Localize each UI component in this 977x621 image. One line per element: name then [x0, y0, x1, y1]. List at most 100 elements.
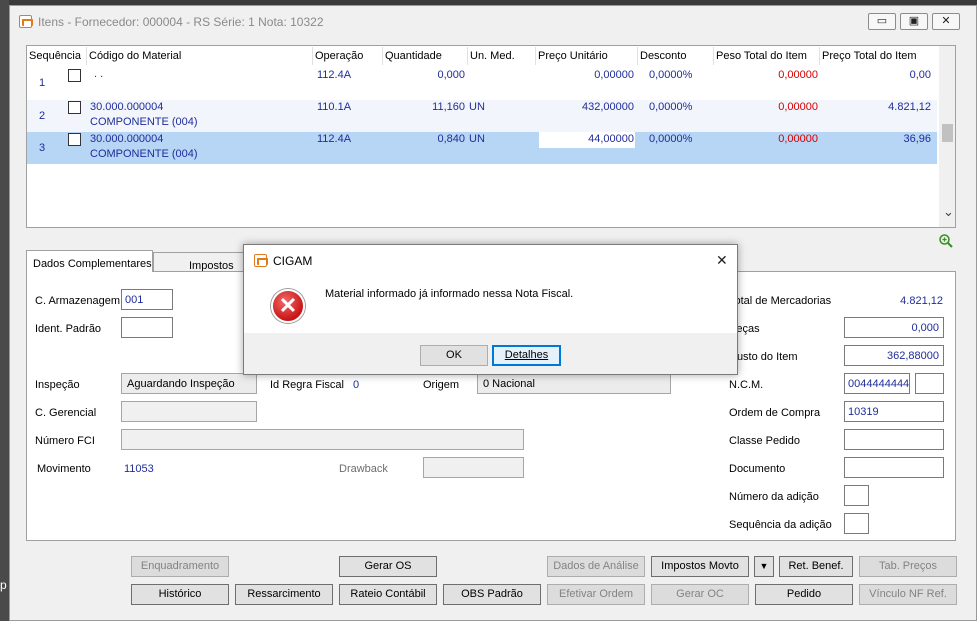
tab-impostos[interactable]: Impostos [153, 252, 245, 272]
numero-fci-input[interactable] [121, 429, 524, 450]
ressarcimento-button[interactable]: Ressarcimento [235, 584, 333, 605]
dialog-footer: OK Detalhes [244, 333, 737, 374]
gerencial-label: C. Gerencial [35, 407, 97, 419]
armazenagem-input[interactable]: 001 [121, 289, 173, 310]
ncm-input[interactable]: 0044444444 [844, 373, 910, 394]
tab-precos-button[interactable]: Tab. Preços [859, 556, 957, 577]
inspecao-select[interactable]: Aguardando Inspeção [121, 373, 257, 394]
documento-label: Documento [729, 463, 786, 475]
ok-button[interactable]: OK [420, 345, 488, 366]
error-glyph: ✕ [278, 293, 298, 318]
grid-vertical-scrollbar[interactable]: ⌄ [939, 46, 955, 227]
ident-padrao-input[interactable] [121, 317, 173, 338]
column-header-unidade[interactable]: Un. Med. [470, 50, 515, 64]
background-text-fragment: p [0, 578, 7, 592]
row-checkbox[interactable] [68, 101, 81, 114]
column-separator [535, 47, 536, 65]
origem-value: 0 Nacional [483, 378, 535, 390]
pedido-button[interactable]: Pedido [755, 584, 853, 605]
impostos-dropdown-button[interactable]: ▼ [754, 556, 774, 577]
scroll-down-icon[interactable]: ⌄ [943, 204, 954, 220]
dados-analise-button[interactable]: Dados de Análise [547, 556, 645, 577]
obs-padrao-button[interactable]: OBS Padrão [443, 584, 541, 605]
historico-button[interactable]: Histórico [131, 584, 229, 605]
row-unit: UN [469, 133, 485, 145]
documento-input[interactable] [844, 457, 944, 478]
rateio-contabil-button[interactable]: Rateio Contábil [339, 584, 437, 605]
ncm-label: N.C.M. [729, 379, 764, 391]
maximize-button[interactable]: ▣ [900, 13, 928, 30]
title-bar[interactable]: Itens - Fornecedor: 000004 - RS Série: 1… [10, 6, 976, 36]
column-header-peso-total[interactable]: Peso Total do Item [716, 50, 807, 64]
tab-dados-complementares[interactable]: Dados Complementares [26, 250, 153, 272]
impostos-movto-button[interactable]: Impostos Movto [651, 556, 749, 577]
column-header-sequencia[interactable]: Sequência [29, 50, 81, 64]
custo-item-input[interactable]: 362,88000 [844, 345, 944, 366]
row-discount: 0,0000% [649, 133, 693, 145]
tab-label: Dados Complementares [33, 258, 152, 270]
close-button[interactable]: ✕ [932, 13, 960, 30]
row-checkbox[interactable] [68, 133, 81, 146]
row-material-code: . . [94, 68, 104, 80]
dialog-title: CIGAM [273, 254, 313, 268]
numero-adicao-input[interactable] [844, 485, 869, 506]
numero-fci-label: Número FCI [35, 435, 95, 447]
gerar-oc-button[interactable]: Gerar OC [651, 584, 749, 605]
column-separator [382, 47, 383, 65]
column-header-preco-unitario[interactable]: Preço Unitário [538, 50, 608, 64]
app-icon [254, 254, 268, 267]
column-header-codigo[interactable]: Código do Material [89, 50, 181, 64]
ncm-extra-input[interactable] [915, 373, 944, 394]
custo-item-label: Custo do Item [729, 351, 798, 363]
classe-pedido-input[interactable] [844, 429, 944, 450]
row-unit: UN [469, 101, 485, 113]
enquadramento-button[interactable]: Enquadramento [131, 556, 229, 577]
chevron-down-icon: ▼ [759, 561, 769, 571]
minimize-button[interactable]: ▭ [868, 13, 896, 30]
regra-fiscal-value: 0 [353, 379, 360, 391]
row-operation: 112.4A [317, 133, 352, 145]
gerencial-input[interactable] [121, 401, 257, 422]
row-price-total: 36,96 [903, 133, 931, 145]
movimento-label: Movimento [37, 463, 91, 475]
row-unit-price[interactable]: 44,00000 [539, 133, 634, 145]
error-dialog: CIGAM ✕ ✕ Material informado já informad… [243, 244, 738, 375]
column-header-operacao[interactable]: Operação [315, 50, 363, 64]
column-separator [467, 47, 468, 65]
regra-fiscal-label: Id Regra Fiscal [270, 379, 344, 391]
efetivar-ordem-button[interactable]: Efetivar Ordem [547, 584, 645, 605]
row-material-code: 30.000.000004 [90, 133, 164, 145]
drawback-label: Drawback [339, 463, 388, 475]
window-title: Itens - Fornecedor: 000004 - RS Série: 1… [38, 15, 324, 29]
column-separator [312, 47, 313, 65]
column-header-desconto[interactable]: Desconto [640, 50, 686, 64]
column-separator [86, 47, 87, 65]
ident-padrao-label: Ident. Padrão [35, 323, 102, 335]
gerar-os-button[interactable]: Gerar OS [339, 556, 437, 577]
scrollbar-thumb[interactable] [942, 124, 953, 142]
table-row-selected[interactable]: 3 30.000.000004 COMPONENTE (004) 112.4A … [27, 132, 937, 164]
column-separator [637, 47, 638, 65]
ordem-compra-input[interactable]: 10319 [844, 401, 944, 422]
table-row[interactable]: 2 30.000.000004 COMPONENTE (004) 110.1A … [27, 100, 937, 132]
row-checkbox[interactable] [68, 69, 81, 82]
column-header-quantidade[interactable]: Quantidade [385, 50, 442, 64]
pecas-input[interactable]: 0,000 [844, 317, 944, 338]
close-icon: ✕ [941, 15, 951, 27]
ret-benef-button[interactable]: Ret. Benef. [779, 556, 853, 577]
row-quantity: 0,000 [437, 69, 465, 81]
zoom-icon[interactable] [938, 233, 954, 249]
vinculo-nf-ref-button[interactable]: Vínculo NF Ref. [859, 584, 957, 605]
dialog-close-icon[interactable]: ✕ [716, 252, 728, 269]
app-icon [19, 15, 33, 28]
row-weight-total: 0,00000 [778, 69, 818, 81]
drawback-input[interactable] [423, 457, 524, 478]
sequencia-adicao-input[interactable] [844, 513, 869, 534]
ordem-compra-label: Ordem de Compra [729, 407, 821, 419]
column-header-preco-total[interactable]: Preço Total do Item [822, 50, 917, 64]
minimize-icon: ▭ [876, 15, 888, 27]
row-material-code: 30.000.000004 [90, 101, 164, 113]
table-row[interactable]: 1 . . 112.4A 0,000 0,00000 0,0000% 0,000… [27, 68, 937, 100]
detalhes-button[interactable]: Detalhes [492, 345, 561, 366]
origem-select[interactable]: 0 Nacional [477, 373, 671, 394]
